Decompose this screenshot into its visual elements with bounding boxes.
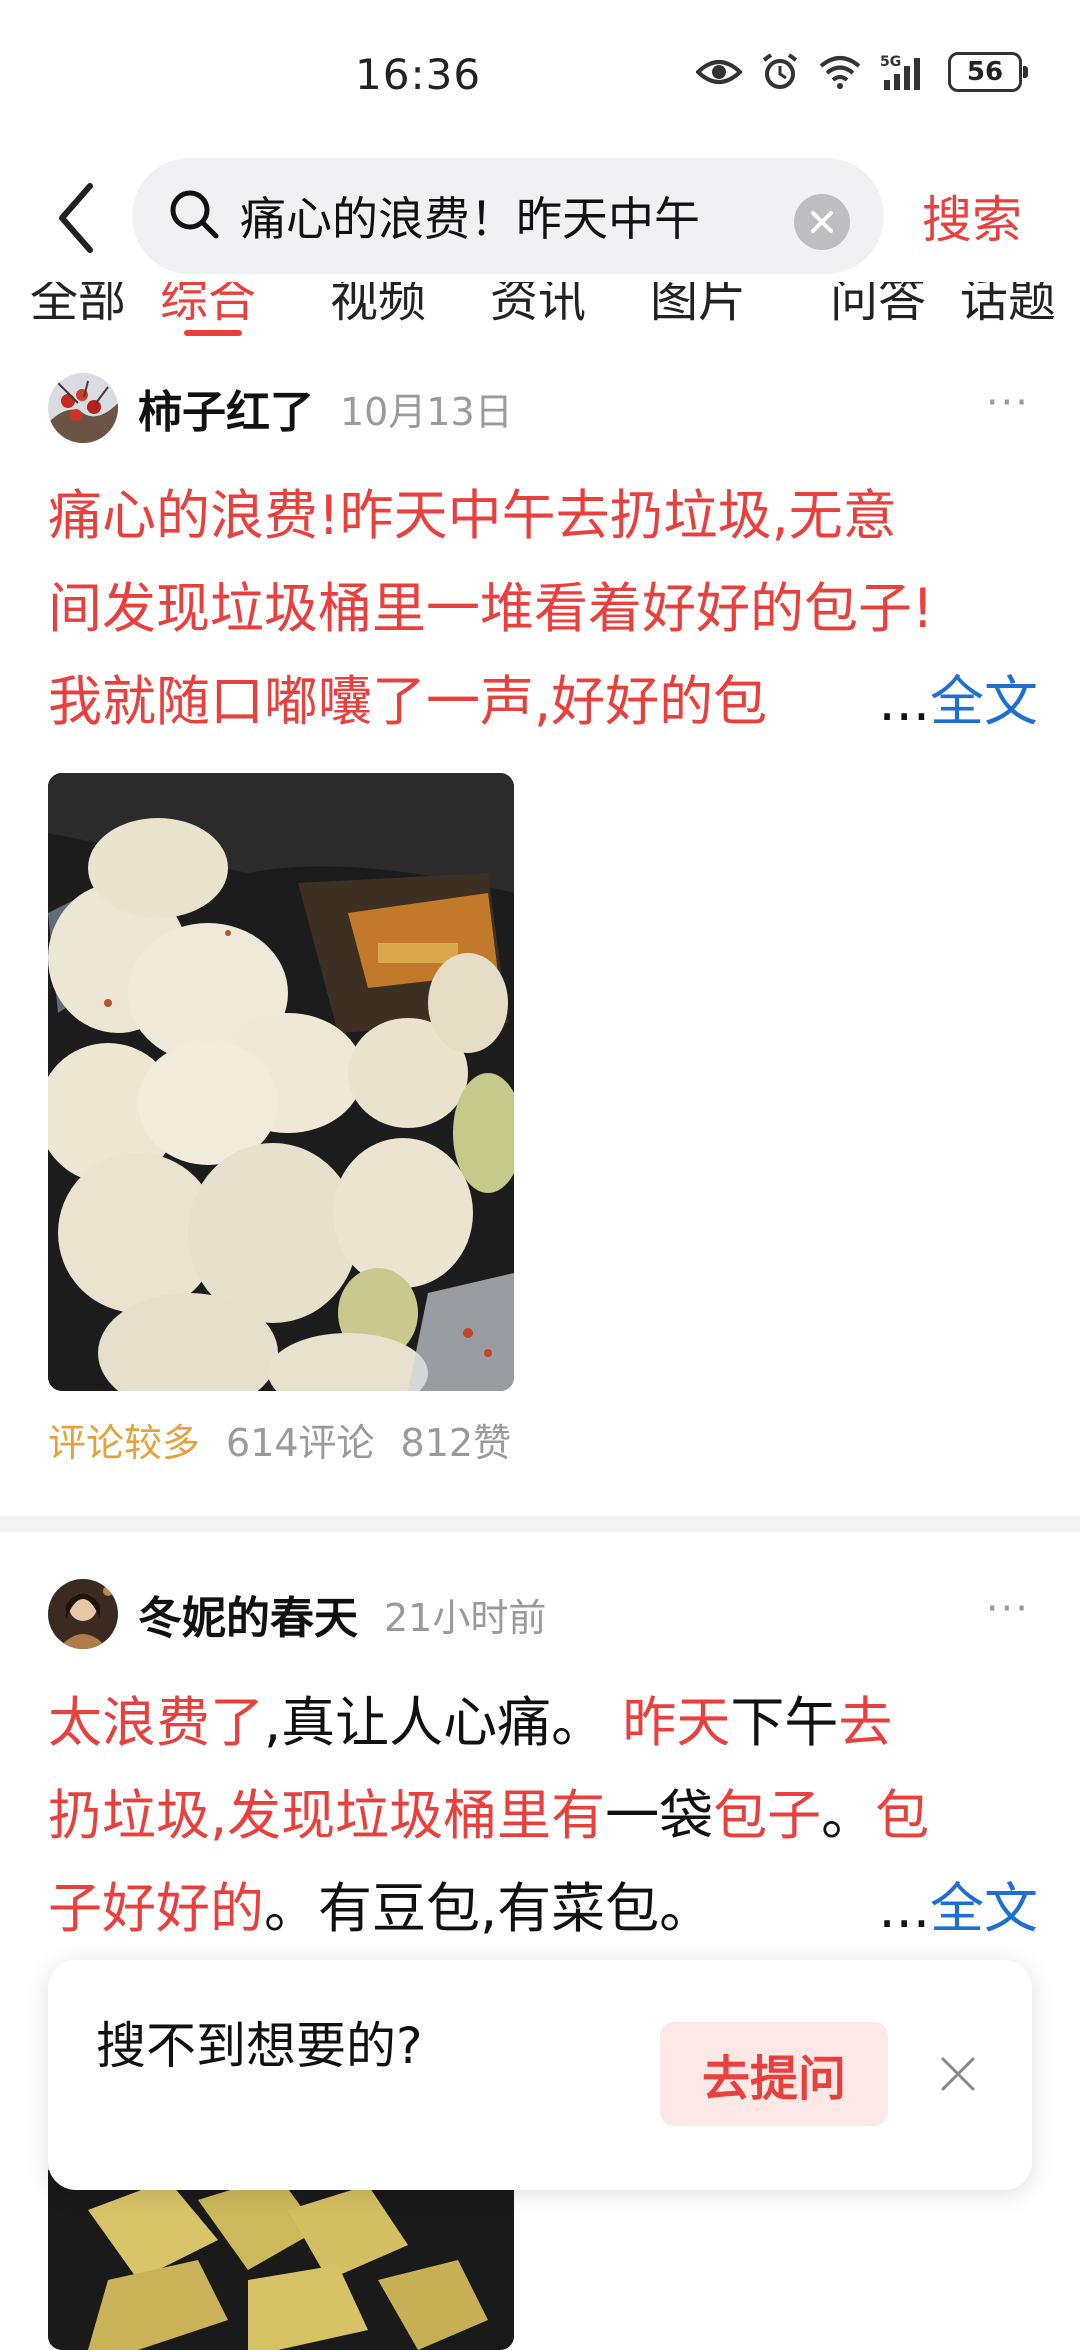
close-prompt-button[interactable]	[928, 2044, 988, 2104]
post-text-segment: ,真让人心痛。	[264, 1691, 623, 1754]
post-text-segment: 。	[821, 1784, 876, 1847]
post-text-line: 间发现垃圾桶里一堆看着好好的包子!	[48, 577, 934, 640]
comment-count[interactable]: 614评论	[226, 1412, 375, 1467]
avatar[interactable]	[48, 1579, 118, 1649]
hot-tag: 评论较多	[48, 1421, 201, 1465]
svg-text:5G: 5G	[880, 54, 901, 70]
search-button[interactable]: 搜索	[922, 180, 1022, 252]
tab-bar: 全部 综合 视频 资讯 图片 问答 话题	[0, 282, 1080, 332]
avatar[interactable]	[48, 373, 118, 443]
post-time: 10月13日	[340, 389, 513, 434]
search-input[interactable]: 痛心的浪费！昨天中午	[132, 158, 884, 274]
full-text-link[interactable]: 全文	[930, 670, 1038, 733]
post-text-line: 我就随口嘟囔了一声,好好的包 ...全文	[48, 655, 1038, 748]
post-text-segment: 子好好的	[48, 1877, 264, 1940]
status-bar: 16:36 5G 56	[0, 0, 1080, 150]
battery-level: 56	[966, 57, 1004, 87]
alarm-icon	[760, 52, 800, 92]
post-image[interactable]	[48, 773, 514, 1391]
search-header: 痛心的浪费！昨天中午 搜索	[0, 150, 1080, 280]
status-time: 16:36	[355, 50, 482, 99]
tab-general[interactable]: 综合	[160, 282, 256, 330]
post-text-line: 子好好的。有豆包,有菜包。 ...全文	[48, 1862, 1038, 1955]
post-text-segment: 太浪费了	[48, 1691, 264, 1754]
tab-all[interactable]: 全部	[30, 282, 126, 330]
status-icons: 5G 56	[696, 52, 1028, 92]
like-count[interactable]: 812赞	[401, 1412, 512, 1467]
search-query: 痛心的浪费！昨天中午	[240, 192, 700, 246]
ellipsis: ...	[878, 1877, 931, 1940]
search-icon	[168, 188, 220, 244]
post-text-line: 扔垃圾,发现垃圾桶里有一袋包子。包	[48, 1769, 1038, 1862]
tab-topics[interactable]: 话题	[960, 282, 1056, 330]
full-text-link-wrap: ...全文	[879, 1862, 1039, 1955]
post-header: 柿子红了 10月13日	[48, 373, 513, 443]
post-text-segment: 昨天	[622, 1691, 731, 1754]
tab-images[interactable]: 图片	[650, 282, 746, 330]
post-text[interactable]: 太浪费了,真让人心痛。 昨天下午去 扔垃圾,发现垃圾桶里有一袋包子。包 子好好的…	[48, 1676, 1038, 1955]
post-text-line: 痛心的浪费!昨天中午去扔垃圾,无意	[48, 484, 897, 547]
post-text[interactable]: 痛心的浪费!昨天中午去扔垃圾,无意 间发现垃圾桶里一堆看着好好的包子! 我就随口…	[48, 469, 1038, 748]
close-icon	[941, 2057, 975, 2091]
5g-signal-icon: 5G	[880, 52, 930, 92]
close-icon	[811, 211, 833, 233]
post-text-segment: 我就随口嘟囔了一声,好好的包	[48, 670, 768, 733]
post-header: 冬妮的春天 21小时前	[48, 1579, 546, 1649]
full-text-link[interactable]: 全文	[930, 1877, 1038, 1940]
wifi-icon	[818, 54, 862, 90]
post-text-segment: 下午	[730, 1691, 839, 1754]
post-text-segment: 包子	[713, 1784, 822, 1847]
chevron-left-icon	[59, 183, 93, 253]
author-name[interactable]: 柿子红了	[138, 376, 314, 440]
post-meta: 评论较多 614评论 812赞	[48, 1412, 511, 1467]
author-name[interactable]: 冬妮的春天	[138, 1582, 358, 1646]
more-options-button[interactable]: ···	[986, 380, 1030, 426]
post-text-segment: 一袋	[605, 1784, 714, 1847]
full-text-link-wrap: ...全文	[879, 655, 1039, 748]
prompt-text: 搜不到想要的?	[96, 2017, 423, 2075]
battery-icon: 56	[948, 52, 1028, 92]
post-text-segment: 包	[875, 1784, 930, 1847]
back-button[interactable]	[44, 178, 108, 258]
post-text-segment: 去	[838, 1691, 893, 1754]
divider	[0, 1516, 1080, 1532]
post-time: 21小时前	[384, 1595, 547, 1640]
post-text-line: 太浪费了,真让人心痛。 昨天下午去	[48, 1676, 1038, 1769]
ask-question-button[interactable]: 去提问	[660, 2022, 888, 2126]
tab-video[interactable]: 视频	[330, 282, 426, 330]
active-tab-indicator	[184, 330, 242, 336]
eye-icon	[696, 56, 742, 88]
clear-search-button[interactable]	[794, 194, 850, 250]
post-text-segment: 。有豆包,有菜包。	[264, 1877, 714, 1940]
tab-news[interactable]: 资讯	[490, 282, 586, 330]
ellipsis: ...	[878, 670, 931, 733]
ask-prompt-card: 搜不到想要的? 去提问	[48, 1960, 1032, 2190]
post-text-segment: 扔垃圾,发现垃圾桶里有	[48, 1784, 606, 1847]
more-options-button[interactable]: ···	[986, 1586, 1030, 1632]
tab-qa[interactable]: 问答	[830, 282, 926, 330]
